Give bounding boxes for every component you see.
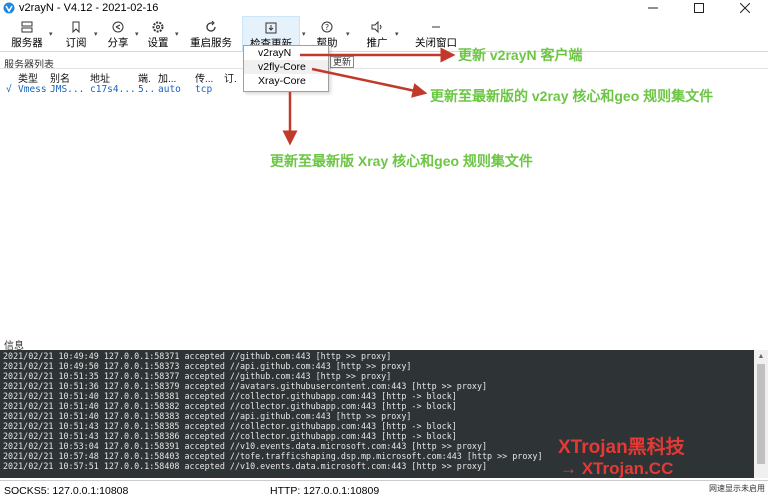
speaker-icon [371,21,382,33]
refresh-icon [206,21,216,32]
log-line: 2021/02/21 10:51:43 127.0.0.1:58385 acce… [3,421,457,431]
settings-button[interactable]: 设置 [143,16,173,52]
annotation-update-xray: 更新至最新版 Xray 核心和geo 规则集文件 [270,153,533,169]
maximize-button[interactable] [676,0,722,16]
title-bar: v2rayN - V4.12 - 2021-02-16 [0,0,768,16]
log-line: 2021/02/21 10:53:04 127.0.0.1:58391 acce… [3,441,488,451]
row-type: Vmess [18,84,47,95]
minimize-button[interactable] [630,0,676,16]
col-alias[interactable]: 别名 [50,70,70,85]
socks-status: SOCKS5: 127.0.0.1:10808 [4,485,129,497]
watermark-url: → XTrojan.CC [560,459,674,478]
share-button[interactable]: 分享 [103,16,133,52]
row-transport: tcp [195,84,213,95]
close-window-label: 关闭窗口 [415,37,457,49]
log-line: 2021/02/21 10:51:40 127.0.0.1:58383 acce… [3,411,412,421]
scroll-thumb[interactable] [757,364,765,464]
log-line: 2021/02/21 10:51:35 127.0.0.1:58377 acce… [3,371,392,381]
col-type[interactable]: 类型 [18,70,38,85]
update-dropdown-menu: v2rayN v2fly-Core Xray-Core [243,45,329,92]
help-icon: ? [321,21,333,33]
chevron-down-icon: ▾ [94,31,98,38]
chevron-down-icon: ▾ [49,31,53,38]
share-label: 分享 [107,37,129,49]
promote-label: 推广 [366,37,388,49]
menu-item-v2rayn[interactable]: v2rayN [244,46,328,60]
scroll-up-icon[interactable]: ▲ [754,350,768,362]
subscription-label: 订阅 [65,37,87,49]
log-scrollbar[interactable]: ▲ [754,350,768,478]
col-port[interactable]: 端. [138,70,151,85]
row-security: auto [158,84,181,95]
row-port: 5.. [138,84,156,95]
download-icon [265,22,277,34]
speed-status: 网速显示未启用 [709,484,765,493]
col-security[interactable]: 加... [158,70,176,85]
share-icon [112,21,124,33]
minimize-line-icon [432,26,440,28]
v2rayn-app-icon [3,2,15,14]
chevron-down-icon: ▾ [302,31,306,38]
status-bar: SOCKS5: 127.0.0.1:10808 HTTP: 127.0.0.1:… [0,480,768,500]
server-icon [21,21,33,33]
col-address[interactable]: 地址 [90,70,110,85]
watermark-brand: XTrojan黑科技 [558,437,685,458]
servers-button[interactable]: 服务器 [6,16,48,52]
server-list[interactable]: 类型 别名 地址 端. 加... 传... 订. √ Vmess JMS... … [0,68,768,334]
row-address: c17s4... [90,84,136,95]
maximize-icon [694,3,704,13]
promote-button[interactable]: 推广 [362,16,392,52]
close-window-button[interactable]: 关闭窗口 [410,16,462,52]
row-check-mark: √ [6,84,12,95]
annotation-update-v2rayn: 更新 v2rayN 客户端 [458,47,583,63]
svg-text:?: ? [325,23,329,32]
toolbar: 服务器 ▾ 订阅 ▾ 分享 ▾ 设置 ▾ 重启服务 检查更新 ▾ ? 帮助 ▾ … [0,16,768,52]
log-line: 2021/02/21 10:51:40 127.0.0.1:58382 acce… [3,401,457,411]
subscription-button[interactable]: 订阅 [60,16,92,52]
settings-label: 设置 [147,37,169,49]
restart-service-label: 重启服务 [190,37,232,49]
log-line: 2021/02/21 10:57:51 127.0.0.1:58408 acce… [3,461,488,471]
menu-item-v2fly-core[interactable]: v2fly-Core [244,60,328,74]
chevron-down-icon: ▾ [175,31,179,38]
menu-item-xray-core[interactable]: Xray-Core [244,74,328,88]
log-line: 2021/02/21 10:57:48 127.0.0.1:58403 acce… [3,451,543,461]
window-title: v2rayN - V4.12 - 2021-02-16 [19,2,159,14]
chevron-down-icon: ▾ [135,31,139,38]
http-status: HTTP: 127.0.0.1:10809 [270,485,380,497]
log-line: 2021/02/21 10:51:43 127.0.0.1:58386 acce… [3,431,457,441]
annotation-update-v2fly: 更新至最新版的 v2ray 核心和geo 规则集文件 [430,88,714,104]
hidden-update-tag: 更新 [330,56,355,68]
restart-service-button[interactable]: 重启服务 [188,16,234,52]
close-button[interactable] [722,0,768,16]
minimize-icon [648,7,658,9]
log-line: 2021/02/21 10:51:36 127.0.0.1:58379 acce… [3,381,488,391]
gear-icon [152,21,164,33]
log-line: 2021/02/21 10:49:50 127.0.0.1:58373 acce… [3,361,412,371]
chevron-down-icon: ▾ [395,31,399,38]
close-icon [740,3,750,13]
chevron-down-icon: ▾ [346,31,350,38]
log-line: 2021/02/21 10:51:40 127.0.0.1:58381 acce… [3,391,457,401]
servers-label: 服务器 [11,37,43,49]
row-alias: JMS... [50,84,85,95]
subscription-icon [72,21,80,33]
col-sub[interactable]: 订. [224,70,237,85]
log-line: 2021/02/21 10:49:49 127.0.0.1:58371 acce… [3,351,392,361]
col-transport[interactable]: 传... [195,70,213,85]
